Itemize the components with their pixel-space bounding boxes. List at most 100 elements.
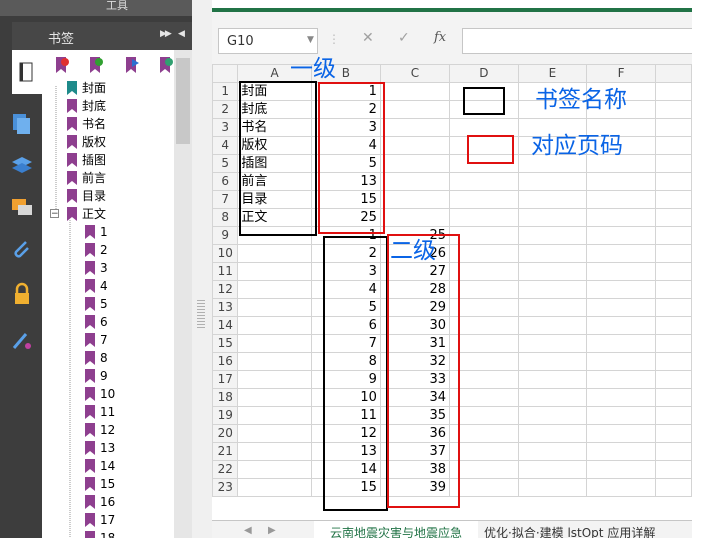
sheet-tab[interactable]: 优化·拟合·建模 lstOpt 应用详解 bbox=[484, 521, 692, 538]
cell-a[interactable] bbox=[237, 280, 312, 299]
cell-a[interactable] bbox=[237, 316, 312, 335]
cell-e[interactable] bbox=[517, 334, 588, 353]
cell-d[interactable] bbox=[449, 208, 519, 227]
cell-d[interactable] bbox=[449, 118, 519, 137]
cell-f[interactable] bbox=[586, 352, 656, 371]
cell-a[interactable] bbox=[237, 262, 312, 281]
cell-a[interactable] bbox=[237, 424, 312, 443]
splitter-grip[interactable] bbox=[197, 300, 205, 330]
row-header[interactable]: 22 bbox=[212, 460, 239, 479]
cell-e[interactable] bbox=[517, 316, 588, 335]
cell-f[interactable] bbox=[586, 172, 656, 191]
row-header[interactable]: 19 bbox=[212, 406, 239, 425]
cell-c[interactable] bbox=[379, 82, 451, 101]
row-header[interactable]: 11 bbox=[212, 262, 239, 281]
move-bookmark-icon[interactable] bbox=[124, 56, 140, 74]
cell-g[interactable] bbox=[654, 100, 692, 119]
cell-e[interactable] bbox=[517, 298, 588, 317]
cell-d[interactable] bbox=[449, 190, 519, 209]
attachment-icon[interactable] bbox=[10, 238, 34, 262]
cell-c[interactable] bbox=[379, 100, 451, 119]
cell-e[interactable] bbox=[517, 280, 588, 299]
cell-f[interactable] bbox=[586, 388, 656, 407]
insert-function-button[interactable]: fx bbox=[434, 30, 446, 45]
row-header[interactable]: 18 bbox=[212, 388, 239, 407]
cell-a[interactable] bbox=[237, 406, 312, 425]
cell-c[interactable] bbox=[379, 190, 451, 209]
select-all-corner[interactable] bbox=[212, 64, 239, 83]
row-header[interactable]: 10 bbox=[212, 244, 239, 263]
cell-g[interactable] bbox=[654, 82, 692, 101]
cell-e[interactable] bbox=[517, 442, 588, 461]
cell-c[interactable] bbox=[379, 154, 451, 173]
delete-bookmark-icon[interactable] bbox=[54, 56, 70, 74]
cell-g[interactable] bbox=[654, 118, 692, 137]
cell-f[interactable] bbox=[586, 478, 656, 497]
cell-f[interactable] bbox=[586, 334, 656, 353]
cell-g[interactable] bbox=[654, 262, 692, 281]
cell-a[interactable] bbox=[237, 478, 312, 497]
cell-g[interactable] bbox=[654, 442, 692, 461]
add-bookmark-icon[interactable] bbox=[88, 56, 104, 74]
cell-d[interactable] bbox=[449, 172, 519, 191]
cell-g[interactable] bbox=[654, 388, 692, 407]
cell-g[interactable] bbox=[654, 370, 692, 389]
panel-splitter[interactable] bbox=[192, 0, 212, 538]
column-header-d[interactable]: D bbox=[449, 64, 519, 83]
cell-e[interactable] bbox=[517, 352, 588, 371]
column-header-g[interactable] bbox=[654, 64, 692, 83]
cell-a[interactable] bbox=[237, 460, 312, 479]
sheet-nav-next-icon[interactable]: ▶ bbox=[268, 525, 276, 536]
cell-f[interactable] bbox=[586, 298, 656, 317]
cell-e[interactable] bbox=[517, 172, 588, 191]
cell-g[interactable] bbox=[654, 298, 692, 317]
cell-g[interactable] bbox=[654, 334, 692, 353]
row-header[interactable]: 17 bbox=[212, 370, 239, 389]
cell-a[interactable] bbox=[237, 388, 312, 407]
row-header[interactable]: 15 bbox=[212, 334, 239, 353]
cell-c[interactable] bbox=[379, 208, 451, 227]
cell-g[interactable] bbox=[654, 424, 692, 443]
cell-e[interactable] bbox=[517, 262, 588, 281]
cell-g[interactable] bbox=[654, 316, 692, 335]
cell-e[interactable] bbox=[517, 208, 588, 227]
row-header[interactable]: 4 bbox=[212, 136, 239, 155]
row-header[interactable]: 20 bbox=[212, 424, 239, 443]
tree-scrollbar[interactable] bbox=[174, 50, 192, 538]
name-box-dropdown-icon[interactable]: ▼ bbox=[307, 35, 314, 45]
cell-f[interactable] bbox=[586, 406, 656, 425]
row-header[interactable]: 8 bbox=[212, 208, 239, 227]
cell-g[interactable] bbox=[654, 154, 692, 173]
sheet-nav-prev-icon[interactable]: ◀ bbox=[244, 525, 252, 536]
cell-e[interactable] bbox=[517, 388, 588, 407]
row-header[interactable]: 7 bbox=[212, 190, 239, 209]
comments-icon[interactable] bbox=[10, 196, 34, 220]
cell-a[interactable] bbox=[237, 244, 312, 263]
cell-e[interactable] bbox=[517, 460, 588, 479]
column-header-f[interactable]: F bbox=[586, 64, 656, 83]
cell-c[interactable] bbox=[379, 172, 451, 191]
row-header[interactable]: 3 bbox=[212, 118, 239, 137]
row-header[interactable]: 13 bbox=[212, 298, 239, 317]
cell-f[interactable] bbox=[586, 424, 656, 443]
sheet-tab-active[interactable]: 云南地震灾害与地震应急 bbox=[314, 521, 478, 538]
signature-icon[interactable] bbox=[10, 328, 34, 352]
cancel-icon[interactable]: ✕ bbox=[362, 30, 374, 46]
row-header[interactable]: 5 bbox=[212, 154, 239, 173]
enter-icon[interactable]: ✓ bbox=[398, 30, 410, 46]
cell-e[interactable] bbox=[517, 370, 588, 389]
tree-collapse-toggle[interactable]: − bbox=[50, 209, 59, 219]
cell-g[interactable] bbox=[654, 460, 692, 479]
cell-c[interactable] bbox=[379, 118, 451, 137]
row-header[interactable]: 12 bbox=[212, 280, 239, 299]
row-header[interactable]: 2 bbox=[212, 100, 239, 119]
cell-a[interactable] bbox=[237, 298, 312, 317]
row-header[interactable]: 21 bbox=[212, 442, 239, 461]
cell-e[interactable] bbox=[517, 406, 588, 425]
cell-a[interactable] bbox=[237, 442, 312, 461]
cell-g[interactable] bbox=[654, 406, 692, 425]
name-box[interactable]: G10 ▼ bbox=[218, 28, 318, 54]
formula-input[interactable] bbox=[462, 28, 692, 54]
cell-g[interactable] bbox=[654, 280, 692, 299]
cell-g[interactable] bbox=[654, 478, 692, 497]
